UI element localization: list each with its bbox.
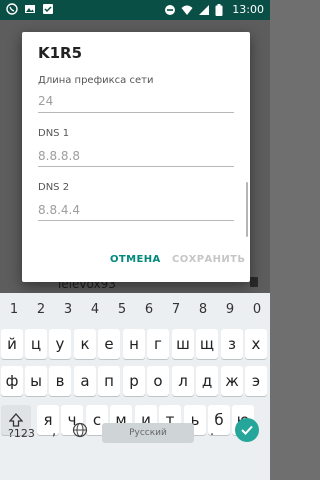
checkmark-icon — [241, 425, 253, 435]
image-icon — [24, 3, 36, 15]
status-bar: 13:00 — [0, 0, 270, 20]
space-bar[interactable]: Русский — [102, 423, 194, 443]
dns1-input[interactable]: 8.8.8.8 — [38, 149, 80, 163]
key[interactable]: э — [245, 366, 267, 396]
whatsapp-icon — [6, 3, 18, 15]
number-key[interactable]: 8 — [193, 302, 213, 317]
key[interactable]: ц — [25, 329, 47, 359]
key[interactable]: а — [74, 366, 96, 396]
key[interactable]: х — [245, 329, 267, 359]
key[interactable]: о — [147, 366, 169, 396]
number-row: 1 2 3 4 5 6 7 8 9 0 — [0, 302, 270, 320]
shift-icon — [9, 413, 23, 427]
do-not-disturb-icon — [164, 4, 176, 16]
cancel-button[interactable]: ОТМЕНА — [110, 254, 161, 265]
key[interactable]: п — [98, 366, 120, 396]
key[interactable]: щ — [196, 329, 218, 359]
dns1-underline — [38, 166, 234, 167]
key[interactable]: л — [172, 366, 194, 396]
key[interactable]: е — [98, 329, 120, 359]
prefix-length-label: Длина префикса сети — [38, 75, 154, 86]
number-key[interactable]: 7 — [166, 302, 186, 317]
key[interactable]: р — [123, 366, 145, 396]
wifi-icon — [181, 4, 193, 16]
network-settings-dialog: K1R5 Длина префикса сети 24 DNS 1 8.8.8.… — [22, 32, 250, 282]
key[interactable]: к — [74, 329, 96, 359]
save-button[interactable]: СОХРАНИТЬ — [172, 254, 245, 265]
number-key[interactable]: 2 — [31, 302, 51, 317]
number-key[interactable]: 3 — [58, 302, 78, 317]
dns1-label: DNS 1 — [38, 128, 70, 139]
key[interactable]: з — [221, 329, 243, 359]
dns2-label: DNS 2 — [38, 182, 70, 193]
key[interactable]: д — [196, 366, 218, 396]
dialog-scrollbar[interactable] — [246, 182, 248, 237]
key[interactable]: ф — [1, 366, 23, 396]
number-key[interactable]: 1 — [4, 302, 24, 317]
number-key[interactable]: 6 — [139, 302, 159, 317]
number-key[interactable]: 5 — [112, 302, 132, 317]
key[interactable]: ш — [172, 329, 194, 359]
clock: 13:00 — [232, 3, 264, 16]
dialog-title: K1R5 — [38, 44, 83, 62]
key[interactable]: ы — [25, 366, 47, 396]
lock-icon — [250, 277, 258, 287]
comma-key[interactable]: , — [52, 424, 56, 439]
prefix-length-input[interactable]: 24 — [38, 94, 53, 108]
signal-icon — [198, 4, 210, 16]
key[interactable]: у — [49, 329, 71, 359]
check-box-icon — [42, 3, 54, 15]
number-key[interactable]: 0 — [247, 302, 267, 317]
number-key[interactable]: 9 — [220, 302, 240, 317]
key[interactable]: й — [1, 329, 23, 359]
symbols-key[interactable]: ?123 — [8, 427, 35, 440]
key[interactable]: г — [147, 329, 169, 359]
enter-button[interactable] — [235, 418, 259, 442]
prefix-length-underline — [38, 112, 234, 113]
battery-icon — [215, 4, 227, 16]
key[interactable]: ж — [221, 366, 243, 396]
key[interactable]: в — [49, 366, 71, 396]
key[interactable]: н — [123, 329, 145, 359]
dns2-underline — [38, 220, 234, 221]
number-key[interactable]: 4 — [85, 302, 105, 317]
globe-icon[interactable] — [72, 422, 88, 438]
dns2-input[interactable]: 8.8.4.4 — [38, 203, 80, 217]
period-key[interactable]: . — [210, 424, 214, 439]
